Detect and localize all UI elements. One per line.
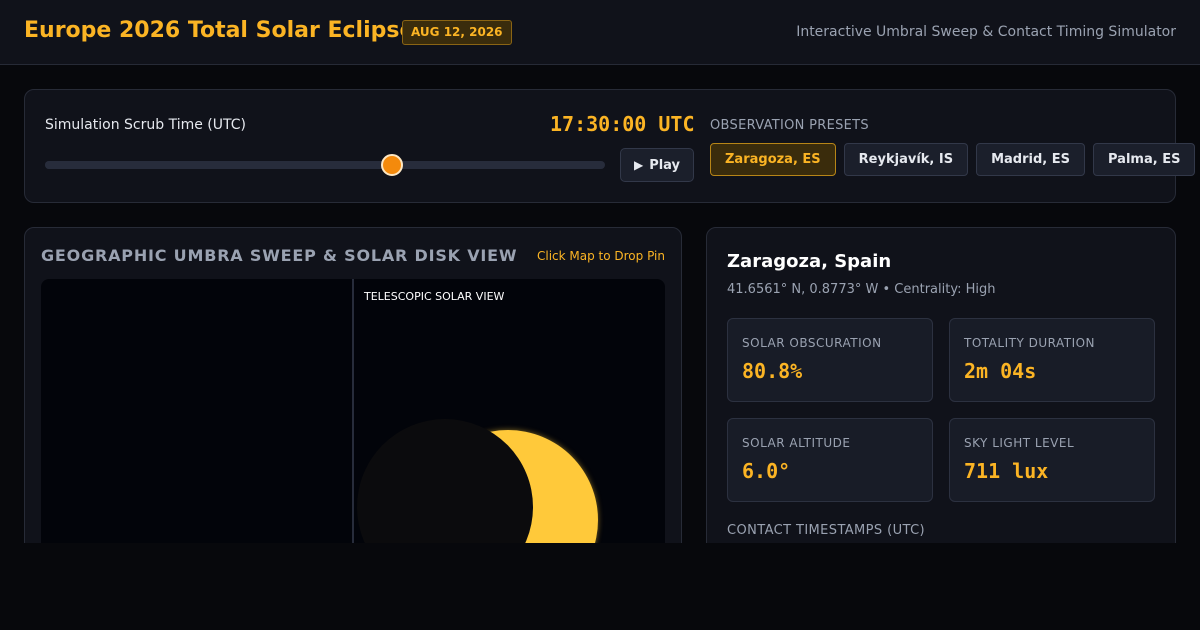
location-coordinates: 41.6561° N, 0.8773° W • Centrality: High [727, 282, 996, 297]
viewport-cutoff [0, 543, 1200, 630]
play-button-label: Play [649, 157, 681, 173]
geographic-map[interactable] [41, 279, 353, 566]
metric-value: 2m 04s [964, 359, 1037, 383]
visualization-area: TELESCOPIC SOLAR VIEW [41, 279, 665, 566]
preset-palma[interactable]: Palma, ES [1093, 143, 1196, 176]
metric-value: 6.0° [742, 459, 791, 483]
preset-zaragoza[interactable]: Zaragoza, ES [710, 143, 836, 176]
preset-madrid[interactable]: Madrid, ES [976, 143, 1085, 176]
scrub-panel: Simulation Scrub Time (UTC) 17:30:00 UTC… [24, 89, 1196, 203]
metric-card-totality: TOTALITY DURATION 2m 04s [949, 318, 1155, 402]
metric-value: 80.8% [742, 359, 803, 383]
app-title: Europe 2026 Total Solar Eclipse [24, 18, 415, 43]
preset-list: Zaragoza, ES Reykjavík, IS Madrid, ES Pa… [710, 143, 1196, 176]
map-panel-title: GEOGRAPHIC UMBRA SWEEP & SOLAR DISK VIEW [41, 246, 518, 265]
location-panel: Zaragoza, Spain 41.6561° N, 0.8773° W • … [706, 227, 1176, 567]
metric-label: SOLAR OBSCURATION [742, 336, 882, 350]
metric-label: SKY LIGHT LEVEL [964, 436, 1075, 450]
metric-value: 711 lux [964, 459, 1049, 483]
metric-card-obscuration: SOLAR OBSCURATION 80.8% [727, 318, 933, 402]
time-slider[interactable] [45, 154, 605, 176]
top-bar: Europe 2026 Total Solar Eclipse AUG 12, … [0, 0, 1200, 65]
scrub-label: Simulation Scrub Time (UTC) [45, 117, 246, 133]
metric-label: TOTALITY DURATION [964, 336, 1096, 350]
location-name: Zaragoza, Spain [727, 251, 892, 272]
contact-timestamps-label: CONTACT TIMESTAMPS (UTC) [727, 523, 926, 538]
presets-label: OBSERVATION PRESETS [710, 118, 869, 133]
telescopic-view: TELESCOPIC SOLAR VIEW [354, 279, 665, 566]
metric-card-light: SKY LIGHT LEVEL 711 lux [949, 418, 1155, 502]
time-slider-thumb[interactable] [380, 154, 403, 176]
play-icon: ▶ [633, 158, 644, 172]
app-subtitle: Interactive Umbral Sweep & Contact Timin… [796, 24, 1176, 40]
map-panel: GEOGRAPHIC UMBRA SWEEP & SOLAR DISK VIEW… [24, 227, 682, 567]
scrub-time-readout: 17:30:00 UTC [550, 112, 695, 136]
metric-card-altitude: SOLAR ALTITUDE 6.0° [727, 418, 933, 502]
metric-label: SOLAR ALTITUDE [742, 436, 851, 450]
preset-reykjavik[interactable]: Reykjavík, IS [843, 143, 969, 176]
date-badge: AUG 12, 2026 [402, 20, 512, 45]
drop-pin-hint: Click Map to Drop Pin [536, 249, 665, 263]
play-button[interactable]: ▶ Play [620, 148, 694, 182]
telescopic-view-label: TELESCOPIC SOLAR VIEW [364, 290, 505, 303]
time-slider-fill [45, 161, 392, 169]
